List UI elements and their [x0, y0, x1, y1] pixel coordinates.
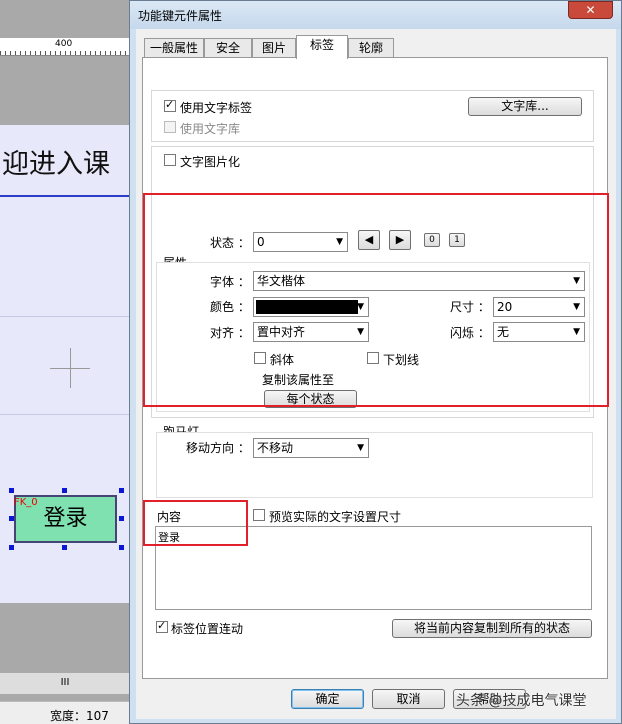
content-highlight-box — [143, 500, 248, 546]
link-position-text: 标签位置连动 — [171, 622, 244, 636]
use-text-label-checkbox[interactable] — [164, 98, 176, 112]
ok-button[interactable]: 确定 — [291, 689, 364, 709]
use-text-label-text: 使用文字标签 — [180, 101, 253, 115]
move-direction-label: 移动方向 ： — [186, 441, 250, 455]
selection-handle[interactable] — [119, 516, 124, 521]
dialog-title: 功能键元件属性 — [138, 9, 223, 23]
tab-label[interactable]: 标签 — [296, 35, 348, 59]
function-key-id: FK_0 — [14, 497, 38, 508]
horizontal-ruler: 400 — [0, 38, 130, 56]
selection-handle[interactable] — [119, 488, 124, 493]
use-text-library-text: 使用文字库 — [180, 122, 241, 136]
grid-line — [0, 414, 130, 415]
attributes-highlight-box — [143, 193, 609, 407]
tab-security[interactable]: 安全 — [204, 38, 252, 58]
ruler-mark: 400 — [55, 39, 73, 49]
tab-picture[interactable]: 图片 — [252, 38, 296, 58]
cancel-button[interactable]: 取消 — [372, 689, 445, 709]
use-text-library-checkbox[interactable] — [164, 121, 176, 133]
tab-outline[interactable]: 轮廓 — [348, 38, 394, 58]
move-direction-select[interactable]: 不移动 ▼ — [253, 438, 369, 458]
selection-handle[interactable] — [62, 545, 67, 550]
selection-handle[interactable] — [62, 488, 67, 493]
title-underline — [0, 195, 130, 197]
preview-size-text: 预览实际的文字设置尺寸 — [269, 510, 402, 524]
chevron-down-icon: ▼ — [357, 443, 364, 453]
watermark-text: 头条 @技成电气课堂 — [456, 693, 587, 709]
text-library-button[interactable]: 文字库... — [468, 97, 582, 116]
grid-line — [0, 316, 130, 317]
horizontal-scrollbar[interactable]: III — [0, 672, 130, 694]
close-icon[interactable]: ✕ — [568, 1, 613, 19]
selection-handle[interactable] — [9, 516, 14, 521]
status-bar: 宽度：107 — [0, 701, 130, 724]
tab-general[interactable]: 一般属性 — [144, 38, 204, 58]
selection-handle[interactable] — [119, 545, 124, 550]
welcome-text: 迎进入课 — [2, 149, 110, 180]
text-picturize-checkbox[interactable] — [164, 154, 176, 166]
text-picturize-text: 文字图片化 — [180, 155, 241, 169]
copy-to-all-states-button[interactable]: 将当前内容复制到所有的状态 — [392, 619, 592, 638]
status-width: 宽度：107 — [50, 709, 109, 723]
link-position-checkbox[interactable] — [156, 619, 168, 633]
move-direction-value: 不移动 — [257, 441, 294, 455]
preview-size-checkbox[interactable] — [253, 509, 265, 521]
crosshair-icon — [70, 348, 71, 388]
selection-handle[interactable] — [9, 545, 14, 550]
selection-handle[interactable] — [9, 488, 14, 493]
